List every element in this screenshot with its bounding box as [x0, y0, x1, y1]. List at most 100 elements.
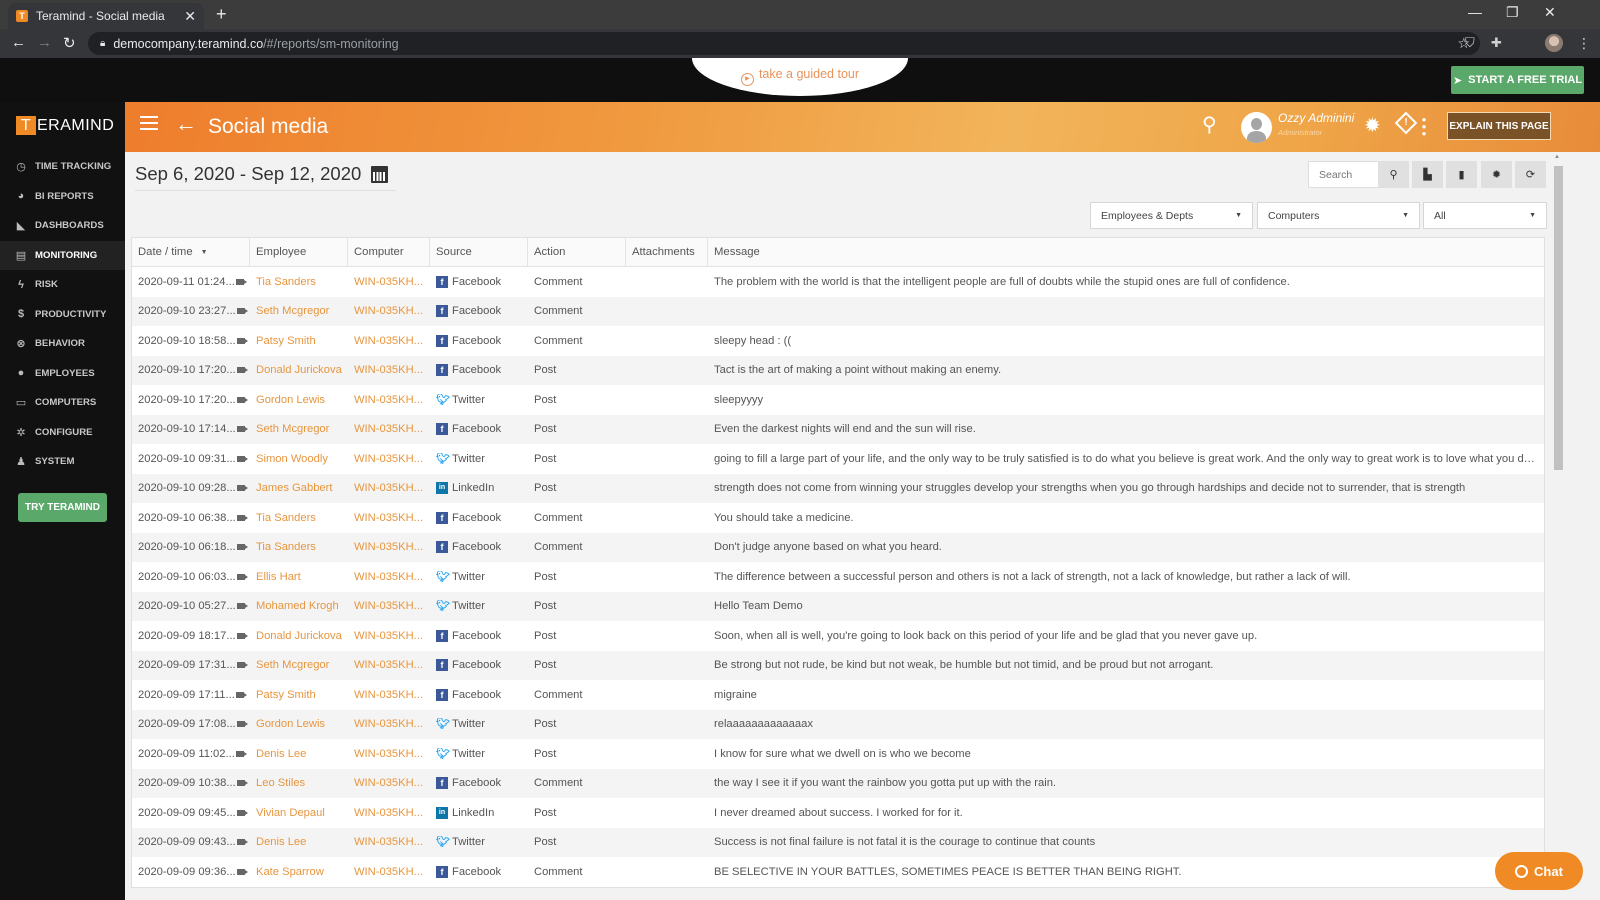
sidebar-item-dashboards[interactable]: ◣ DASHBOARDS: [0, 211, 125, 241]
computer-link[interactable]: WIN-035KH...: [348, 866, 430, 878]
sidebar-item-configure[interactable]: ✲ CONFIGURE: [0, 418, 125, 448]
settings-gear-icon[interactable]: ✹: [1364, 113, 1381, 138]
forward-arrow-icon[interactable]: →: [37, 34, 52, 51]
employee-link[interactable]: James Gabbert: [250, 482, 348, 494]
computer-link[interactable]: WIN-035KH...: [348, 777, 430, 789]
employee-link[interactable]: Seth Mcgregor: [250, 305, 348, 317]
export-pdf-button[interactable]: ▙: [1412, 161, 1443, 188]
computer-link[interactable]: WIN-035KH...: [348, 276, 430, 288]
computer-link[interactable]: WIN-035KH...: [348, 807, 430, 819]
computer-link[interactable]: WIN-035KH...: [348, 423, 430, 435]
back-arrow-icon[interactable]: ←: [175, 111, 197, 137]
computer-link[interactable]: WIN-035KH...: [348, 571, 430, 583]
computer-link[interactable]: WIN-035KH...: [348, 541, 430, 553]
video-camera-icon[interactable]: [236, 780, 248, 787]
table-row[interactable]: 2020-09-09 09:43... Denis Lee WIN-035KH...…: [132, 827, 1544, 857]
source-filter[interactable]: All ▼: [1423, 202, 1547, 229]
new-tab-icon[interactable]: +: [216, 4, 227, 25]
reload-icon[interactable]: ↻: [63, 34, 76, 52]
employee-link[interactable]: Gordon Lewis: [250, 718, 348, 730]
video-camera-icon[interactable]: [236, 809, 248, 816]
table-row[interactable]: 2020-09-10 17:20... Donald Jurickova WIN-0…: [132, 355, 1544, 385]
computer-link[interactable]: WIN-035KH...: [348, 689, 430, 701]
video-camera-icon[interactable]: [236, 367, 248, 374]
address-bar[interactable]: 🔒︎ democompany.teramind.co/#/reports/sm-…: [88, 32, 1480, 55]
table-row[interactable]: 2020-09-09 17:08... Gordon Lewis WIN-035KH…: [132, 709, 1544, 739]
employee-link[interactable]: Tia Sanders: [250, 276, 348, 288]
column-header-action[interactable]: Action: [528, 238, 626, 266]
sidebar-item-behavior[interactable]: ⊗ BEHAVIOR: [0, 329, 125, 359]
computer-link[interactable]: WIN-035KH...: [348, 659, 430, 671]
minimize-icon[interactable]: —: [1468, 4, 1482, 20]
employee-link[interactable]: Mohamed Krogh: [250, 600, 348, 612]
table-settings-button[interactable]: ✹: [1481, 161, 1512, 188]
employee-link[interactable]: Leo Stiles: [250, 777, 348, 789]
column-header-computer[interactable]: Computer: [348, 238, 430, 266]
table-row[interactable]: 2020-09-10 09:28... James Gabbert WIN-035K…: [132, 473, 1544, 503]
table-row[interactable]: 2020-09-10 09:31... Simon Woodly WIN-035KH…: [132, 444, 1544, 474]
employee-link[interactable]: Donald Jurickova: [250, 630, 348, 642]
video-camera-icon[interactable]: [236, 396, 248, 403]
column-header-source[interactable]: Source: [430, 238, 528, 266]
employees-depts-filter[interactable]: Employees & Depts ▼: [1090, 202, 1253, 229]
scrollbar-thumb[interactable]: [1554, 166, 1563, 470]
table-row[interactable]: 2020-09-09 11:02... Denis Lee WIN-035KH...…: [132, 739, 1544, 769]
start-free-trial-button[interactable]: ➤ START A FREE TRIAL: [1451, 66, 1584, 94]
sidebar-item-computers[interactable]: ▭ COMPUTERS: [0, 388, 125, 418]
more-vertical-icon[interactable]: ● ● ●: [1421, 116, 1427, 138]
video-camera-icon[interactable]: [236, 514, 248, 521]
page-scrollbar[interactable]: ▲: [1550, 152, 1567, 900]
employee-link[interactable]: Kate Sparrow: [250, 866, 348, 878]
sidebar-item-time-tracking[interactable]: ◷ TIME TRACKING: [0, 152, 125, 182]
table-row[interactable]: 2020-09-10 17:20... Gordon Lewis WIN-035KH…: [132, 385, 1544, 415]
video-camera-icon[interactable]: [236, 632, 248, 639]
restore-icon[interactable]: ❐: [1506, 4, 1519, 21]
table-row[interactable]: 2020-09-10 18:58... Patsy Smith WIN-035KH.…: [132, 326, 1544, 356]
computer-link[interactable]: WIN-035KH...: [348, 630, 430, 642]
teramind-logo[interactable]: T ERAMIND: [16, 116, 114, 135]
table-row[interactable]: 2020-09-09 09:36... Kate Sparrow WIN-035KH…: [132, 857, 1544, 887]
computer-link[interactable]: WIN-035KH...: [348, 335, 430, 347]
employee-link[interactable]: Denis Lee: [250, 836, 348, 848]
extensions-puzzle-icon[interactable]: ✚: [1491, 35, 1502, 51]
sidebar-item-monitoring[interactable]: ▤ MONITORING: [0, 240, 125, 270]
employee-link[interactable]: Simon Woodly: [250, 453, 348, 465]
video-camera-icon[interactable]: [235, 750, 247, 757]
search-button[interactable]: ⚲: [1378, 161, 1409, 188]
employee-link[interactable]: Vivian Depaul: [250, 807, 348, 819]
back-arrow-icon[interactable]: ←: [11, 34, 26, 51]
window-close-icon[interactable]: ✕: [1544, 4, 1556, 21]
sidebar-item-productivity[interactable]: $ PRODUCTIVITY: [0, 300, 125, 330]
table-row[interactable]: 2020-09-09 09:45... Vivian Depaul WIN-035K…: [132, 798, 1544, 828]
video-camera-icon[interactable]: [236, 455, 248, 462]
employee-link[interactable]: Donald Jurickova: [250, 364, 348, 376]
profile-avatar[interactable]: [1545, 34, 1563, 52]
sidebar-item-employees[interactable]: ● EMPLOYEES: [0, 359, 125, 389]
sidebar-item-risk[interactable]: ϟ RISK: [0, 270, 125, 300]
video-camera-icon[interactable]: [236, 721, 248, 728]
sidebar-item-bi-reports[interactable]: ◕ BI REPORTS: [0, 182, 125, 212]
table-row[interactable]: 2020-09-10 06:38... Tia Sanders WIN-035KH.…: [132, 503, 1544, 533]
computer-link[interactable]: WIN-035KH...: [348, 718, 430, 730]
browser-tab[interactable]: T Teramind - Social media ✕: [8, 3, 204, 29]
explain-this-page-button[interactable]: EXPLAIN THIS PAGE: [1447, 112, 1551, 140]
table-row[interactable]: 2020-09-09 17:31... Seth Mcgregor WIN-035K…: [132, 650, 1544, 680]
browser-menu-icon[interactable]: ⋮: [1577, 35, 1591, 52]
column-header-message[interactable]: Message: [708, 238, 1544, 266]
employee-link[interactable]: Patsy Smith: [250, 689, 348, 701]
table-row[interactable]: 2020-09-10 05:27... Mohamed Krogh WIN-035K…: [132, 591, 1544, 621]
export-csv-button[interactable]: ▮: [1446, 161, 1477, 188]
computer-link[interactable]: WIN-035KH...: [348, 748, 430, 760]
table-row[interactable]: 2020-09-10 17:14... Seth Mcgregor WIN-035K…: [132, 414, 1544, 444]
employee-link[interactable]: Tia Sanders: [250, 541, 348, 553]
computers-filter[interactable]: Computers ▼: [1257, 202, 1420, 229]
chat-button[interactable]: Chat: [1495, 852, 1583, 890]
employee-link[interactable]: Denis Lee: [250, 748, 348, 760]
video-camera-icon[interactable]: [236, 426, 248, 433]
video-camera-icon[interactable]: [236, 868, 248, 875]
alert-warning-icon[interactable]: !: [1394, 111, 1418, 135]
hamburger-menu-icon[interactable]: [140, 116, 158, 134]
computer-link[interactable]: WIN-035KH...: [348, 512, 430, 524]
user-avatar[interactable]: [1241, 112, 1272, 143]
refresh-button[interactable]: ⟳: [1515, 161, 1546, 188]
